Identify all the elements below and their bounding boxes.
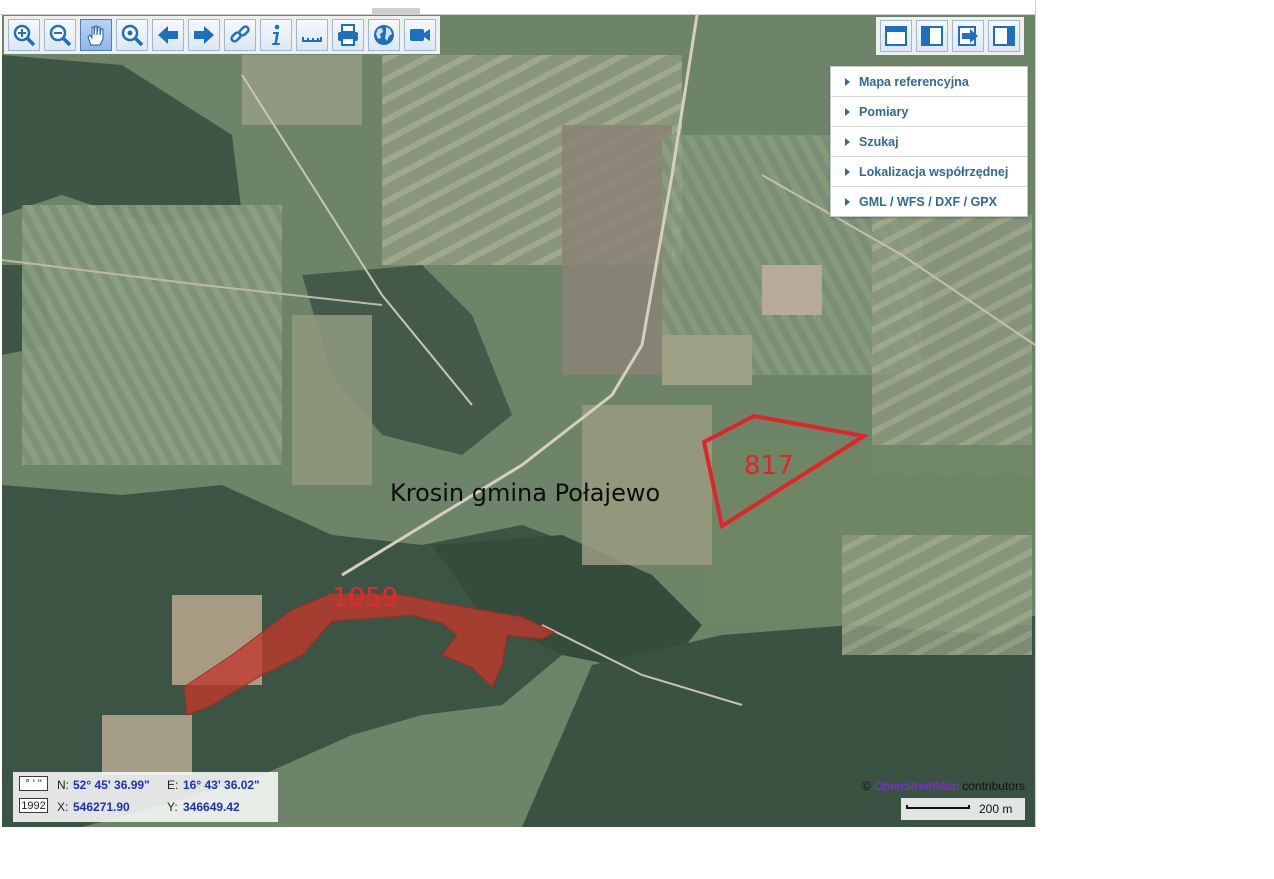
zoom-in-icon	[13, 24, 36, 47]
pan-button[interactable]	[80, 19, 112, 51]
export-arrow-icon	[958, 26, 978, 46]
print-button[interactable]	[332, 19, 364, 51]
back-button[interactable]	[152, 19, 184, 51]
zoom-out-button[interactable]	[44, 19, 76, 51]
top-strip	[0, 0, 1036, 15]
menu-item-reference-map[interactable]: Mapa referencyjna	[831, 67, 1027, 97]
layout-top-panel-icon	[885, 26, 907, 46]
scale-bar: 200 m	[901, 798, 1025, 820]
panel-toggle-handle[interactable]	[372, 8, 420, 14]
zoom-in-button[interactable]	[8, 19, 40, 51]
parcel-label-817: 817	[744, 451, 794, 481]
printer-icon	[338, 24, 358, 46]
coord-format-1992-button[interactable]: 1992	[19, 798, 48, 813]
zoom-extent-icon	[121, 24, 144, 47]
menu-item-search[interactable]: Szukaj	[831, 127, 1027, 157]
video-camera-icon	[410, 29, 430, 41]
triangle-right-icon	[845, 107, 850, 116]
parcel-label-1059: 1059	[332, 583, 399, 613]
map-border	[1035, 0, 1036, 827]
arrow-left-icon	[158, 26, 178, 44]
coord-format-deg-button[interactable]: ° ' "	[19, 776, 48, 791]
n-value: 52° 45' 36.99"	[73, 778, 150, 792]
ruler-icon	[302, 37, 322, 42]
hand-icon	[87, 25, 104, 46]
globe-icon	[374, 25, 394, 45]
menu-item-label: Szukaj	[859, 134, 899, 149]
measure-button[interactable]	[296, 19, 328, 51]
export-button[interactable]	[952, 20, 984, 52]
triangle-right-icon	[845, 167, 850, 176]
side-menu: Mapa referencyjna Pomiary Szukaj Lokaliz…	[830, 66, 1028, 217]
arrow-right-icon	[194, 26, 214, 44]
e-label: E:	[167, 778, 179, 792]
y-value: 346649.42	[183, 800, 240, 814]
menu-item-label: Lokalizacja współrzędnej	[859, 164, 1009, 179]
triangle-right-icon	[845, 137, 850, 146]
e-value: 16° 43' 36.02"	[183, 778, 260, 792]
triangle-right-icon	[845, 197, 850, 206]
menu-item-label: GML / WFS / DXF / GPX	[859, 194, 997, 209]
menu-item-label: Mapa referencyjna	[859, 74, 969, 89]
menu-item-export-formats[interactable]: GML / WFS / DXF / GPX	[831, 187, 1027, 216]
place-label: Krosin gmina Połajewo	[390, 479, 661, 507]
y-label: Y:	[167, 800, 178, 814]
layout-left-panel-icon	[921, 26, 943, 46]
attribution-suffix: contributors	[962, 779, 1025, 793]
x-value: 546271.90	[73, 800, 130, 814]
globe-button[interactable]	[368, 19, 400, 51]
scale-label: 200 m	[979, 802, 1013, 816]
zoom-out-icon	[49, 24, 72, 47]
map-toolbar	[4, 16, 440, 54]
info-icon	[272, 24, 280, 45]
map-viewport[interactable]: Krosin gmina Połajewo 817 1059 Mapa refe…	[2, 15, 1035, 827]
layout-left-panel-button[interactable]	[916, 20, 948, 52]
forward-button[interactable]	[188, 19, 220, 51]
video-button[interactable]	[404, 19, 436, 51]
map-attribution: © OpenStreetMap contributors	[862, 779, 1025, 793]
triangle-right-icon	[845, 77, 850, 86]
zoom-extent-button[interactable]	[116, 19, 148, 51]
menu-item-label: Pomiary	[859, 104, 909, 119]
layout-top-panel-button[interactable]	[880, 20, 912, 52]
osm-link[interactable]: OpenStreetMap	[874, 779, 959, 793]
layout-right-panel-button[interactable]	[988, 20, 1020, 52]
link-button[interactable]	[224, 19, 256, 51]
scale-bar-line	[906, 805, 970, 809]
x-label: X:	[57, 800, 69, 814]
menu-item-measurements[interactable]: Pomiary	[831, 97, 1027, 127]
layout-toolbar	[876, 17, 1024, 55]
n-label: N:	[57, 778, 69, 792]
coordinates-panel: ° ' " 1992 N: 52° 45' 36.99" E: 16° 43' …	[13, 772, 278, 822]
link-icon	[230, 25, 250, 43]
layout-right-panel-icon	[993, 26, 1015, 46]
menu-item-coordinate-location[interactable]: Lokalizacja współrzędnej	[831, 157, 1027, 187]
copyright-symbol: ©	[862, 779, 871, 793]
info-button[interactable]	[260, 19, 292, 51]
